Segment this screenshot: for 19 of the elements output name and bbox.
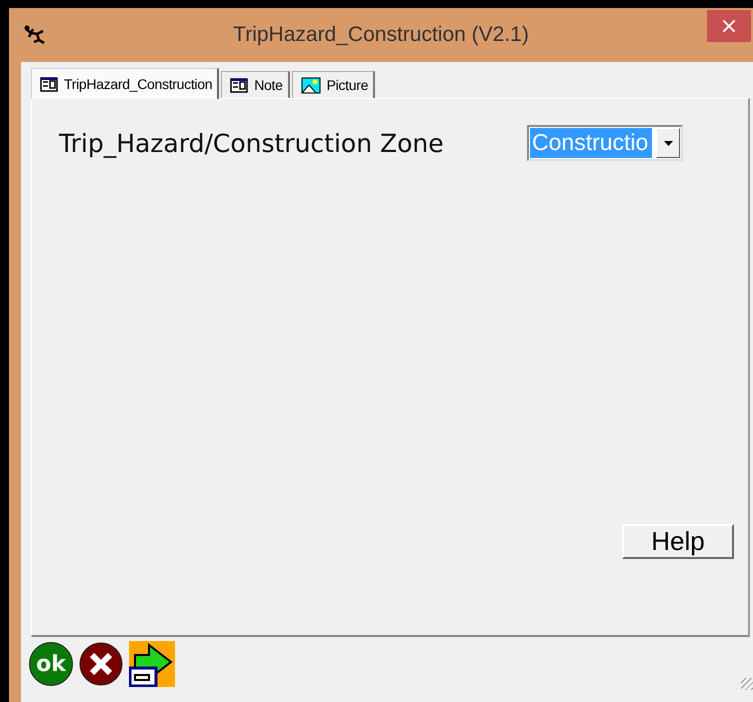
field-label: Trip_Hazard/Construction Zone bbox=[59, 128, 445, 158]
tab[interactable]: TripHazard_Construction bbox=[31, 68, 220, 99]
tab-label: Note bbox=[254, 77, 283, 93]
form-icon bbox=[230, 78, 248, 92]
form-icon bbox=[40, 76, 58, 92]
cancel-button[interactable] bbox=[79, 642, 123, 686]
close-button[interactable]: × bbox=[707, 10, 751, 42]
window-title: TripHazard_Construction (V2.1) bbox=[233, 23, 530, 47]
caret-icon bbox=[664, 140, 672, 146]
ok-button[interactable]: ok bbox=[29, 642, 73, 686]
resize-grip-icon[interactable] bbox=[741, 678, 753, 690]
tab[interactable]: Note bbox=[221, 71, 290, 98]
arrow-form-icon[interactable] bbox=[129, 641, 175, 687]
landscape-icon bbox=[300, 76, 321, 94]
tab-label: TripHazard_Construction bbox=[64, 76, 212, 92]
help-button[interactable]: Help bbox=[622, 524, 734, 559]
tab-label: Picture bbox=[326, 77, 368, 93]
falling-figure-icon bbox=[23, 25, 47, 45]
tab[interactable]: Picture bbox=[292, 71, 376, 98]
